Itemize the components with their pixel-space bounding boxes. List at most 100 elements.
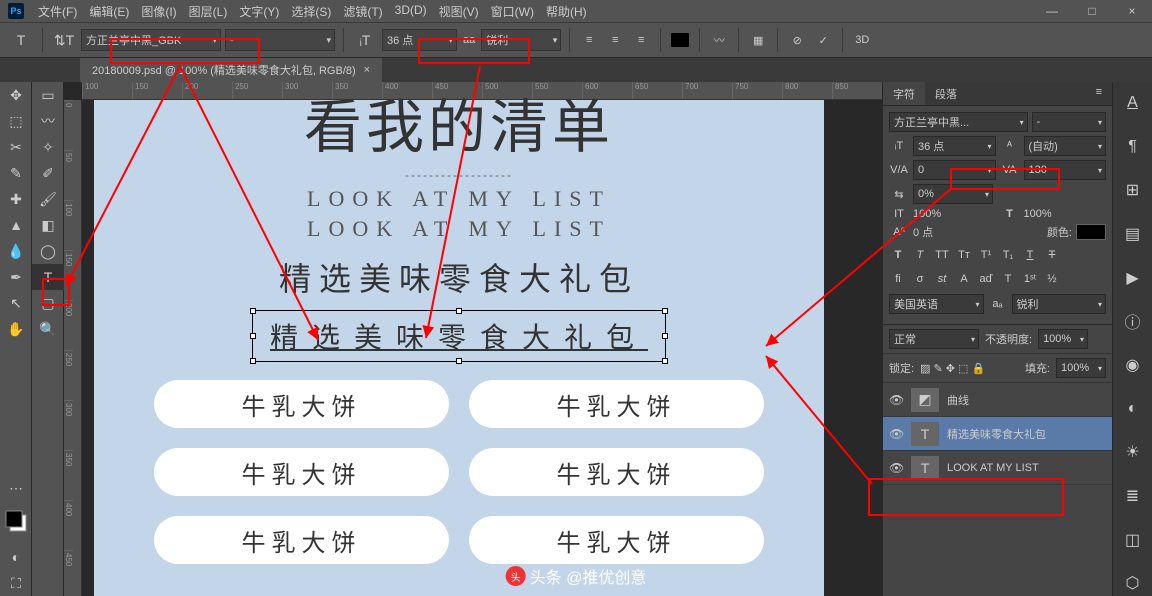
screenmode-tool[interactable]: ⛶ <box>0 570 32 596</box>
move-tool[interactable]: ✥ <box>0 82 32 108</box>
menu-item[interactable]: 图层(L) <box>183 1 234 22</box>
char-panel-button[interactable]: ▦ <box>747 29 769 51</box>
font-style-dropdown[interactable]: - <box>225 29 335 51</box>
char-lang-dropdown[interactable]: 美国英语 <box>889 294 984 314</box>
ot-sigma[interactable]: σ <box>911 270 929 288</box>
panel-menu-icon[interactable]: ≡ <box>1086 82 1112 105</box>
dock-para-icon[interactable]: ¶ <box>1120 134 1146 160</box>
layer-row[interactable]: 👁T精选美味零食大礼包 <box>883 417 1112 451</box>
visibility-icon[interactable]: 👁 <box>889 393 903 407</box>
dodge-tool[interactable]: ◯ <box>32 238 64 264</box>
dock-info-icon[interactable]: ⓘ <box>1120 308 1146 334</box>
menu-item[interactable]: 编辑(E) <box>83 1 135 22</box>
ot-st[interactable]: st <box>933 270 951 288</box>
char-tab[interactable]: 字符 <box>883 82 925 105</box>
ot-a[interactable]: A <box>955 270 973 288</box>
align-left-button[interactable]: ≡ <box>578 29 600 51</box>
crop-tool[interactable]: ✂ <box>0 134 32 160</box>
menu-item[interactable]: 帮助(H) <box>540 1 593 22</box>
dock-prop-icon[interactable]: ◉ <box>1120 352 1146 378</box>
dock-actions-icon[interactable]: ▶ <box>1120 265 1146 291</box>
allcaps-button[interactable]: TT <box>933 246 951 264</box>
active-text-layer[interactable]: 精选美味零食大礼包 <box>258 312 660 360</box>
ot-ad[interactable]: aď <box>977 270 995 288</box>
menu-item[interactable]: 3D(D) <box>389 1 433 22</box>
opacity-dropdown[interactable]: 100% <box>1038 329 1088 349</box>
font-size-dropdown[interactable]: 36 点 <box>382 29 457 51</box>
dock-layers-icon[interactable]: ≣ <box>1120 483 1146 509</box>
char-font-dropdown[interactable]: 方正兰亭中黑... <box>889 112 1028 132</box>
healing-tool[interactable]: ✚ <box>0 186 32 212</box>
menu-item[interactable]: 窗口(W) <box>485 1 540 22</box>
char-tracking-dropdown[interactable]: 130 <box>1024 160 1107 180</box>
maximize-button[interactable]: □ <box>1072 0 1112 22</box>
text-color-swatch[interactable] <box>669 29 691 51</box>
subscript-button[interactable]: T₁ <box>999 246 1017 264</box>
char-aa-dropdown[interactable]: 锐利 <box>1012 294 1107 314</box>
dock-color-icon[interactable]: ◐ <box>1120 396 1146 422</box>
pen-tool[interactable]: ✒ <box>0 264 32 290</box>
char-kerning-dropdown[interactable]: 0 <box>913 160 996 180</box>
edit-toolbar[interactable]: ⋯ <box>0 475 32 501</box>
shape-tool[interactable]: ▢ <box>32 290 64 316</box>
marquee-tool[interactable]: ⬚ <box>0 108 32 134</box>
ot-1st[interactable]: 1ˢᵗ <box>1021 270 1039 288</box>
menu-item[interactable]: 视图(V) <box>433 1 485 22</box>
ot-t[interactable]: T <box>999 270 1017 288</box>
visibility-icon[interactable]: 👁 <box>889 461 903 475</box>
hand-tool[interactable]: ✋ <box>0 316 32 342</box>
strike-button[interactable]: T <box>1043 246 1061 264</box>
ot-fi[interactable]: fi <box>889 270 907 288</box>
char-size-dropdown[interactable]: 36 点 <box>913 136 996 156</box>
menu-item[interactable]: 图像(I) <box>135 1 182 22</box>
menu-item[interactable]: 选择(S) <box>285 1 337 22</box>
warp-text-button[interactable]: 〰 <box>708 29 730 51</box>
3d-button[interactable]: 3D <box>851 29 873 51</box>
char-color-swatch[interactable] <box>1076 224 1106 240</box>
menu-item[interactable]: 文件(F) <box>32 1 83 22</box>
smallcaps-button[interactable]: Tᴛ <box>955 246 973 264</box>
layer-row[interactable]: 👁TLOOK AT MY LIST <box>883 451 1112 485</box>
slice-tool[interactable]: ✐ <box>32 160 64 186</box>
blend-mode-dropdown[interactable]: 正常 <box>889 329 979 349</box>
minimize-button[interactable]: — <box>1032 0 1072 22</box>
para-tab[interactable]: 段落 <box>925 82 967 105</box>
zoom-tool[interactable]: 🔍 <box>32 316 64 342</box>
visibility-icon[interactable]: 👁 <box>889 427 903 441</box>
dock-channels-icon[interactable]: ◫ <box>1120 527 1146 553</box>
char-scale-dropdown[interactable]: 0% <box>913 184 993 204</box>
align-right-button[interactable]: ≡ <box>630 29 652 51</box>
wand-tool[interactable]: ✧ <box>32 134 64 160</box>
superscript-button[interactable]: T¹ <box>977 246 995 264</box>
menu-item[interactable]: 滤镜(T) <box>337 1 388 22</box>
document-canvas[interactable]: 看我的清单 ------------------ LOOK AT MY LIST… <box>94 100 824 596</box>
lasso-tool[interactable]: 〰 <box>32 108 64 134</box>
type-tool[interactable]: T <box>32 264 64 290</box>
commit-icon[interactable]: ✓ <box>812 29 834 51</box>
fill-dropdown[interactable]: 100% <box>1056 358 1106 378</box>
quickmask-tool[interactable]: ◐ <box>0 544 32 570</box>
char-leading-dropdown[interactable]: (自动) <box>1024 136 1107 156</box>
dock-char-icon[interactable]: A <box>1120 90 1146 116</box>
layer-row[interactable]: 👁◩曲线 <box>883 383 1112 417</box>
eyedropper-tool[interactable]: ✎ <box>0 160 32 186</box>
orientation-toggle[interactable]: ⇅T <box>51 27 77 53</box>
menu-item[interactable]: 文字(Y) <box>233 1 285 22</box>
ot-half[interactable]: ½ <box>1043 270 1061 288</box>
brush-tool[interactable]: 🖌 <box>32 186 64 212</box>
artboard-tool[interactable]: ▭ <box>32 82 64 108</box>
clone-tool[interactable]: ▲ <box>0 212 32 238</box>
char-style-dropdown[interactable]: - <box>1032 112 1106 132</box>
dock-adjust-icon[interactable]: ☀ <box>1120 439 1146 465</box>
bold-button[interactable]: T <box>889 246 907 264</box>
lock-icons[interactable]: ▨ ✎ ✥ ⬚ 🔒 <box>920 362 985 375</box>
italic-button[interactable]: T <box>911 246 929 264</box>
document-tab-close[interactable]: × <box>364 64 370 76</box>
color-swatch[interactable] <box>4 509 27 536</box>
antialias-dropdown[interactable]: 锐利 <box>481 29 561 51</box>
cancel-icon[interactable]: ⊘ <box>786 29 808 51</box>
dock-swatches-icon[interactable]: ⊞ <box>1120 177 1146 203</box>
blur-tool[interactable]: 💧 <box>0 238 32 264</box>
dock-paths-icon[interactable]: ⬡ <box>1120 570 1146 596</box>
align-center-button[interactable]: ≡ <box>604 29 626 51</box>
